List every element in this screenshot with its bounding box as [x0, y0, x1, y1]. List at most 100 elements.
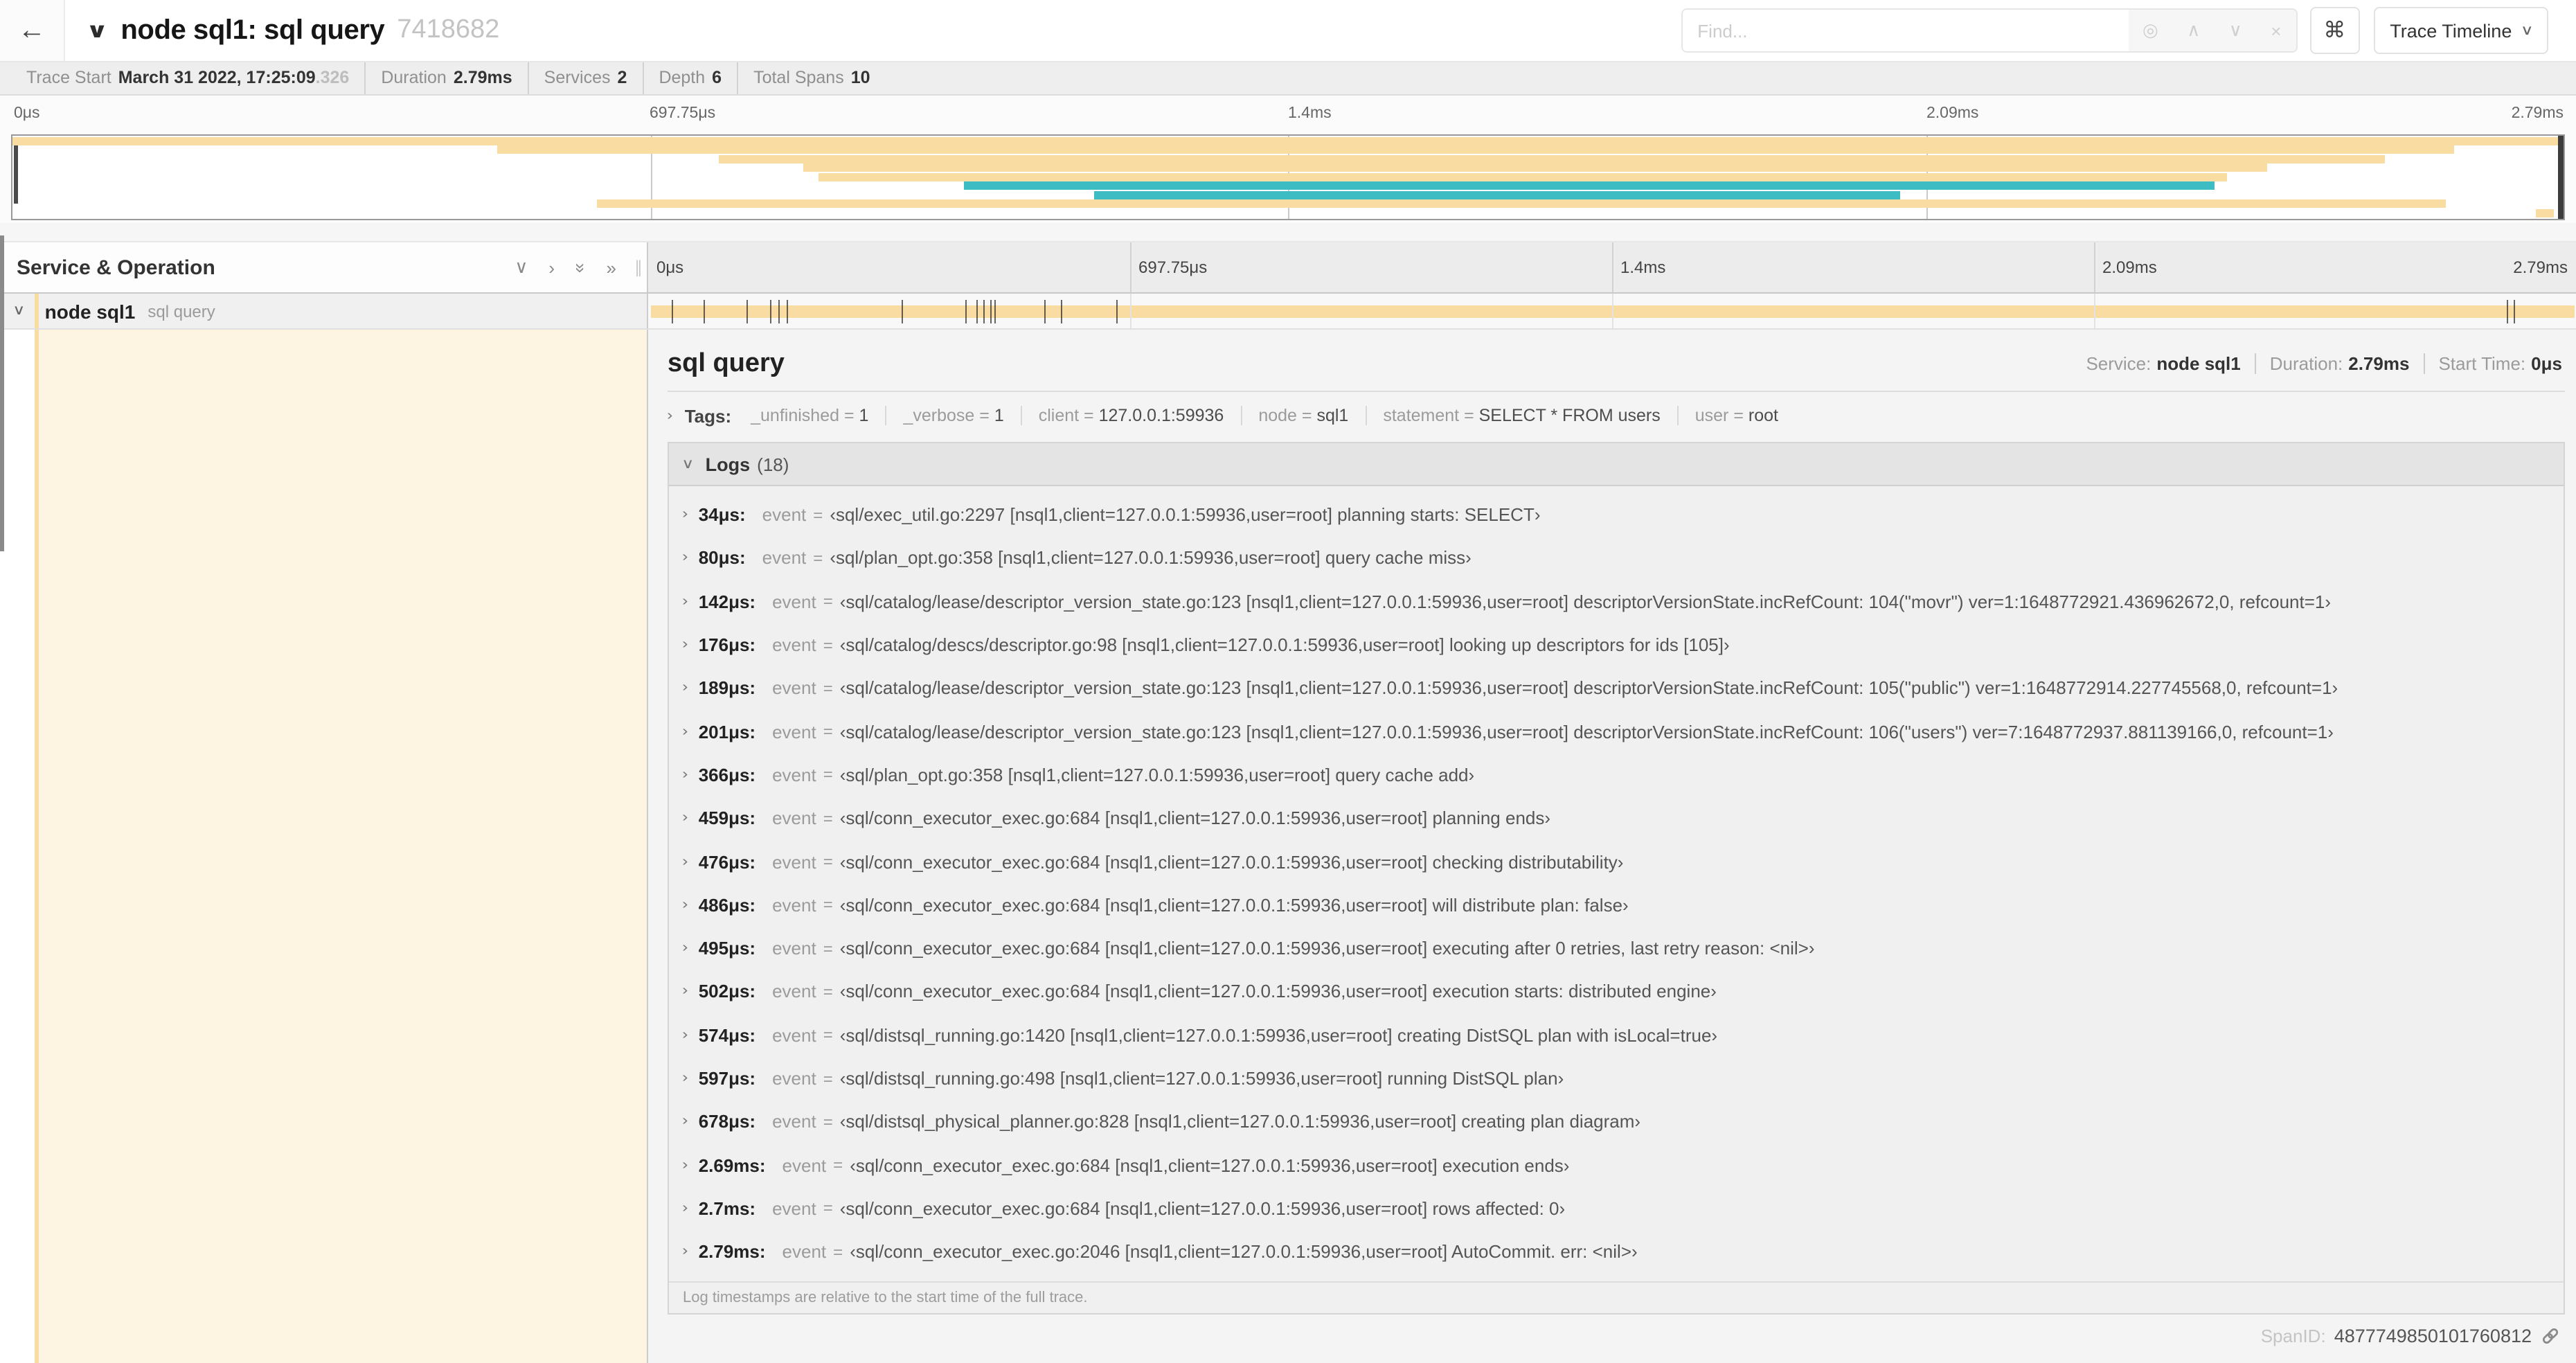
log-row[interactable]: › 366μs: event = ‹sql/plan_opt.go:358 [nsql1…	[669, 754, 2564, 797]
tag-item[interactable]: _verbose = 1	[886, 406, 1022, 425]
log-row[interactable]: › 574μs: event = ‹sql/distsql_running.go:142…	[669, 1013, 2564, 1057]
log-marker-tick	[703, 299, 705, 323]
minimap-left-scrubber[interactable]	[14, 143, 18, 204]
log-row[interactable]: › 201μs: event = ‹sql/catalog/lease/descript…	[669, 710, 2564, 754]
detail-meta-item: Service: node sql1	[2072, 353, 2256, 374]
span-collapse-icon[interactable]: ∨	[12, 303, 25, 319]
ruler-tick-label: 2.79ms	[2513, 258, 2568, 277]
log-field-name: event	[772, 1197, 816, 1219]
tag-value: sql1	[1316, 406, 1349, 425]
log-row[interactable]: › 2.7ms: event = ‹sql/conn_executor_exec.go:…	[669, 1187, 2564, 1231]
chevron-down-icon: ∨	[2520, 23, 2534, 38]
find-input[interactable]	[1682, 10, 2129, 51]
log-row[interactable]: › 502μs: event = ‹sql/conn_executor_exec.go:…	[669, 970, 2564, 1014]
log-timestamp: 201μs:	[698, 721, 756, 742]
log-field-name: event	[772, 894, 816, 916]
back-button[interactable]: ←	[0, 0, 65, 61]
summary-item: Total Spans 10	[738, 62, 885, 94]
minimap-span-bar	[2535, 208, 2554, 217]
timeline-header-row: Service & Operation ∨ › » » ∥ 0μs 697.75μ…	[0, 241, 2576, 294]
tag-item[interactable]: statement = SELECT * FROM users	[1366, 406, 1679, 425]
minimap-span-bar	[12, 137, 2559, 146]
minimap-canvas[interactable]	[11, 134, 2565, 220]
log-row[interactable]: › 459μs: event = ‹sql/conn_executor_exec.go:…	[669, 796, 2564, 840]
collapse-trace-icon[interactable]: ∨	[86, 18, 109, 43]
log-equals: =	[833, 1242, 843, 1262]
logs-accordian: ∨ Logs (18) › 34μs: event = ‹sql/exec_util.g…	[668, 442, 2565, 1315]
chevron-right-icon: ›	[682, 637, 688, 653]
log-row[interactable]: › 176μs: event = ‹sql/catalog/descs/descript…	[669, 623, 2564, 667]
log-field-name: event	[772, 938, 816, 959]
tags-label: Tags:	[684, 405, 732, 426]
log-row[interactable]: › 142μs: event = ‹sql/catalog/lease/descript…	[669, 580, 2564, 623]
log-row[interactable]: › 597μs: event = ‹sql/distsql_running.go:498…	[669, 1057, 2564, 1101]
deep-link-icon[interactable]	[2540, 1326, 2561, 1346]
span-id-value: 4877749850101760812	[2334, 1325, 2532, 1346]
log-marker-tick	[769, 299, 771, 323]
summary-label: Duration	[381, 68, 447, 87]
find-box: ◎ ∧ ∨ ×	[1681, 8, 2298, 53]
span-row[interactable]: ∨ node sql1 sql query	[0, 294, 2576, 330]
minimap-span-bar	[803, 163, 2268, 172]
log-row[interactable]: › 486μs: event = ‹sql/conn_executor_exec.go:…	[669, 883, 2564, 927]
column-resizer-grip[interactable]: ∥	[634, 258, 643, 277]
log-value: ‹sql/plan_opt.go:358 [nsql1,client=127.0…	[839, 764, 1475, 785]
logs-header[interactable]: ∨ Logs (18)	[669, 443, 2564, 486]
tag-item[interactable]: node = sql1	[1242, 406, 1367, 425]
expand-all-icon[interactable]: »	[607, 257, 616, 278]
timeline-scrollbar-thumb[interactable]	[0, 235, 4, 551]
span-detail-title: sql query	[668, 348, 785, 377]
log-value: ‹sql/distsql_physical_planner.go:828 [ns…	[839, 1111, 1641, 1132]
log-row[interactable]: › 678μs: event = ‹sql/distsql_physical_plann…	[669, 1100, 2564, 1143]
log-row[interactable]: › 495μs: event = ‹sql/conn_executor_exec.go:…	[669, 927, 2564, 970]
log-timestamp: 142μs:	[698, 591, 756, 612]
log-row[interactable]: › 80μs: event = ‹sql/plan_opt.go:358 [nsql1,…	[669, 537, 2564, 580]
minimap-right-scrubber[interactable]	[2558, 136, 2564, 219]
log-equals: =	[823, 1112, 833, 1132]
span-detail-panel: sql query Service: node sql1 Duration: 2.79…	[648, 330, 2576, 1363]
top-bar: ← ∨ node sql1: sql query 7418682 ◎ ∧ ∨ ×…	[0, 0, 2576, 62]
tags-accordian[interactable]: › Tags: _unfinished = 1 _verbose = 1 clien…	[667, 392, 2565, 439]
log-row[interactable]: › 2.69ms: event = ‹sql/conn_executor_exec.go…	[669, 1143, 2564, 1187]
log-equals: =	[823, 635, 833, 655]
log-row[interactable]: › 189μs: event = ‹sql/catalog/lease/descript…	[669, 666, 2564, 710]
span-row-name-column[interactable]: ∨ node sql1 sql query	[0, 294, 648, 328]
clear-find-icon[interactable]: ×	[2271, 20, 2281, 41]
log-timestamp: 366μs:	[698, 764, 756, 785]
scroll-to-match-icon[interactable]: ◎	[2143, 19, 2158, 42]
back-arrow-icon: ←	[18, 15, 46, 45]
log-marker-tick	[2514, 299, 2516, 323]
log-row[interactable]: › 476μs: event = ‹sql/conn_executor_exec.go:…	[669, 840, 2564, 884]
minimap-tick-label: 0μs	[14, 105, 40, 122]
log-timestamp: 502μs:	[698, 981, 756, 1002]
minimap-span-bar	[964, 181, 2215, 190]
keyboard-shortcuts-button[interactable]: ⌘	[2309, 7, 2360, 54]
collapse-one-icon[interactable]: ∨	[515, 256, 528, 278]
find-controls: ◎ ∧ ∨ ×	[2128, 10, 2296, 51]
view-selector-dropdown[interactable]: Trace Timeline ∨	[2373, 7, 2548, 54]
chevron-right-icon: ›	[682, 854, 688, 870]
log-equals: =	[823, 678, 833, 698]
prev-match-icon[interactable]: ∧	[2187, 19, 2200, 42]
tag-item[interactable]: client = 127.0.0.1:59936	[1022, 406, 1242, 425]
log-timestamp: 459μs:	[698, 808, 756, 829]
log-equals: =	[823, 895, 833, 915]
tag-item[interactable]: _unfinished = 1	[734, 406, 887, 425]
log-timestamp: 495μs:	[698, 938, 756, 959]
log-value: ‹sql/conn_executor_exec.go:684 [nsql1,cl…	[839, 808, 1551, 829]
ruler-gridline	[1612, 242, 1613, 292]
span-timeline-track[interactable]	[648, 294, 2576, 328]
collapse-all-icon[interactable]: »	[570, 262, 591, 272]
tag-item[interactable]: user = root	[1679, 406, 1795, 425]
log-field-name: event	[772, 721, 816, 742]
log-row[interactable]: › 34μs: event = ‹sql/exec_util.go:2297 [nsql…	[669, 493, 2564, 537]
log-row[interactable]: › 2.79ms: event = ‹sql/conn_executor_exec.go…	[669, 1230, 2564, 1274]
expand-one-icon[interactable]: ›	[548, 257, 555, 278]
next-match-icon[interactable]: ∨	[2229, 19, 2242, 42]
minimap-span-bar	[497, 145, 2454, 154]
span-detail-header: sql query Service: node sql1 Duration: 2.79…	[668, 337, 2565, 392]
ruler-tick-label: 1.4ms	[1620, 258, 1666, 277]
tag-value: 1	[859, 406, 869, 425]
trace-id: 7418682	[397, 15, 500, 44]
summary-value: 6	[712, 68, 722, 87]
